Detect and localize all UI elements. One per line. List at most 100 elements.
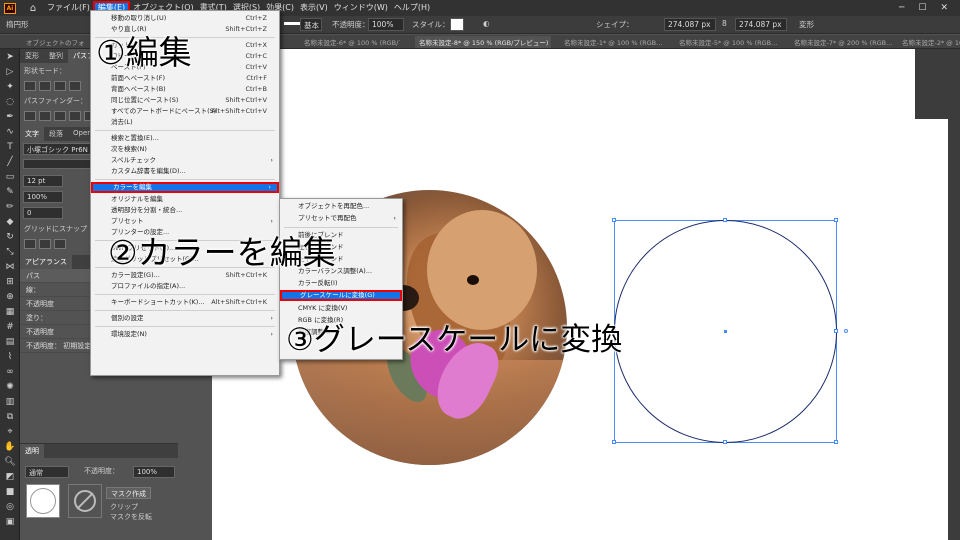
- pen-tool-icon[interactable]: ✒: [0, 109, 20, 124]
- draw-mode-icon[interactable]: ◎: [0, 499, 20, 514]
- fill-stroke-icon[interactable]: ◩: [0, 469, 20, 484]
- zoom-tool-icon[interactable]: 🔍︎: [0, 454, 20, 469]
- menu-item[interactable]: ヘルプ(H): [391, 1, 433, 15]
- curvature-icon[interactable]: ∿: [0, 124, 20, 139]
- doc-tab[interactable]: 名称未設定-2* @ 100 % (RGB...: [898, 36, 960, 48]
- doc-tab[interactable]: オブジェクトのフォト...: [22, 36, 84, 48]
- merge-icon[interactable]: [54, 111, 66, 121]
- doc-tab-active[interactable]: 名称未設定-8* @ 150 % (RGB/プレビュー): [415, 36, 551, 48]
- width-field[interactable]: 274.087 px: [664, 18, 716, 31]
- menu-item[interactable]: ウィンドウ(W): [331, 1, 391, 15]
- tab-character[interactable]: 文字: [20, 127, 44, 141]
- direct-selection-tool-icon[interactable]: ▷: [0, 64, 20, 79]
- selection-tool-icon[interactable]: ➤: [0, 49, 20, 64]
- edit-menu-item[interactable]: プロファイルの指定(A)...: [91, 281, 279, 292]
- home-icon[interactable]: ⌂: [22, 1, 44, 15]
- menu-item[interactable]: 表示(V): [297, 1, 331, 15]
- eraser-icon[interactable]: ◆: [0, 214, 20, 229]
- perspective-grid-icon[interactable]: ▦: [0, 304, 20, 319]
- resize-handle[interactable]: [612, 218, 616, 222]
- width-tool-icon[interactable]: ⋈: [0, 259, 20, 274]
- paintbrush-icon[interactable]: ✎: [0, 184, 20, 199]
- doc-tab[interactable]: 名称未設定-6* @ 100 % (RGB/プ...: [300, 36, 400, 48]
- graph-tool-icon[interactable]: ▥: [0, 394, 20, 409]
- minus-front-icon[interactable]: [39, 81, 51, 91]
- snap-point-icon[interactable]: [39, 239, 51, 249]
- edit-menu-item[interactable]: すべてのアートボードにペースト(S) Alt+Shift+Ctrl+V: [91, 106, 279, 117]
- horizontal-scale-field[interactable]: 100%: [23, 191, 63, 203]
- color-submenu-item[interactable]: プリセットで再配色 ›: [280, 213, 402, 224]
- symbol-sprayer-icon[interactable]: ✺: [0, 379, 20, 394]
- edit-menu-item[interactable]: 検索と置換(E)...: [91, 133, 279, 144]
- doc-tab[interactable]: 名称未設定-1* @ 100 % (RGB...: [560, 36, 670, 48]
- minimize-icon[interactable]: ─: [899, 3, 904, 13]
- resize-handle[interactable]: [834, 218, 838, 222]
- eyedropper-icon[interactable]: ⌇: [0, 349, 20, 364]
- edit-menu-item[interactable]: 消去(L): [91, 117, 279, 128]
- edit-menu-item[interactable]: オリジナルを編集: [91, 194, 279, 205]
- tab-appearance[interactable]: アピアランス: [20, 255, 72, 269]
- doc-tab[interactable]: 名称未設定-5* @ 100 % (RGB...: [675, 36, 785, 48]
- color-submenu-item[interactable]: CMYK に変換(V): [280, 303, 402, 314]
- edit-menu-item[interactable]: 個別の設定 ›: [91, 313, 279, 324]
- make-mask-button[interactable]: マスク作成: [106, 487, 151, 499]
- style-swatch[interactable]: [450, 18, 464, 31]
- gradient-tool-icon[interactable]: ▤: [0, 334, 20, 349]
- slice-tool-icon[interactable]: ⌖: [0, 424, 20, 439]
- invert-mask-checkbox[interactable]: マスクを反転: [106, 509, 156, 525]
- edit-menu-item[interactable]: 環境設定(N) ›: [91, 329, 279, 340]
- font-size-field[interactable]: 12 pt: [23, 175, 63, 187]
- shape-builder-icon[interactable]: ⊕: [0, 289, 20, 304]
- intersect-icon[interactable]: [54, 81, 66, 91]
- rectangle-tool-icon[interactable]: ▭: [0, 169, 20, 184]
- unite-icon[interactable]: [24, 81, 36, 91]
- type-tool-icon[interactable]: T: [0, 139, 20, 154]
- link-icon[interactable]: 8: [722, 19, 727, 28]
- lasso-icon[interactable]: ◌: [0, 94, 20, 109]
- height-field[interactable]: 274.087 px: [735, 18, 787, 31]
- color-submenu-item[interactable]: カラー反転(I): [280, 278, 402, 289]
- blend-tool-icon[interactable]: ∞: [0, 364, 20, 379]
- doc-tab[interactable]: 名称未設定-7* @ 200 % (RGB...: [790, 36, 895, 48]
- edit-menu-item[interactable]: 移動の取り消し(U) Ctrl+Z: [91, 13, 279, 24]
- appearance-icon[interactable]: ◐: [483, 19, 490, 28]
- resize-handle[interactable]: [612, 440, 616, 444]
- transform-label[interactable]: 変形: [799, 19, 814, 30]
- screen-mode-icon[interactable]: ▣: [0, 514, 20, 529]
- edit-menu-item[interactable]: カスタム辞書を編集(D)...: [91, 166, 279, 177]
- color-mode-icon[interactable]: ■: [0, 484, 20, 499]
- magic-wand-icon[interactable]: ✦: [0, 79, 20, 94]
- tracking-field[interactable]: 0: [23, 207, 63, 219]
- close-icon[interactable]: ✕: [940, 3, 948, 13]
- rotate-tool-icon[interactable]: ↻: [0, 229, 20, 244]
- scale-tool-icon[interactable]: ⤡: [0, 244, 20, 259]
- resize-handle[interactable]: [723, 218, 727, 222]
- resize-handle[interactable]: [834, 440, 838, 444]
- snap-glyph-icon[interactable]: [54, 239, 66, 249]
- edit-menu-item[interactable]: 前面へペースト(F) Ctrl+F: [91, 73, 279, 84]
- pencil-icon[interactable]: ✏: [0, 199, 20, 214]
- menu-item-convert-to-grayscale[interactable]: グレースケールに変換(G): [280, 290, 402, 301]
- trim-icon[interactable]: [39, 111, 51, 121]
- edit-menu-item[interactable]: キーボードショートカット(K)... Alt+Shift+Ctrl+K: [91, 297, 279, 308]
- menu-item-edit-colors[interactable]: カラーを編集 ›: [91, 182, 279, 193]
- artboard-tool-icon[interactable]: ⧉: [0, 409, 20, 424]
- tab-transform[interactable]: 変形: [20, 49, 44, 63]
- edit-menu-item[interactable]: 次を検索(N): [91, 144, 279, 155]
- free-transform-icon[interactable]: ⊞: [0, 274, 20, 289]
- tab-paragraph[interactable]: 段落: [44, 127, 68, 141]
- mesh-tool-icon[interactable]: #: [0, 319, 20, 334]
- stroke-type-field[interactable]: 基本: [300, 18, 322, 31]
- exclude-icon[interactable]: [69, 81, 81, 91]
- resize-handle[interactable]: [723, 440, 727, 444]
- edit-menu-item[interactable]: 背面へペースト(B) Ctrl+B: [91, 84, 279, 95]
- divide-icon[interactable]: [24, 111, 36, 121]
- maximize-icon[interactable]: ☐: [918, 3, 926, 13]
- tab-align[interactable]: 整列: [44, 49, 68, 63]
- pie-widget-handle[interactable]: [844, 329, 848, 333]
- crop-icon[interactable]: [69, 111, 81, 121]
- blend-mode-select[interactable]: 通常: [25, 466, 69, 478]
- snap-icon[interactable]: [24, 239, 36, 249]
- opacity-field[interactable]: 100%: [368, 18, 404, 31]
- edit-menu-item[interactable]: 透明部分を分割・統合...: [91, 205, 279, 216]
